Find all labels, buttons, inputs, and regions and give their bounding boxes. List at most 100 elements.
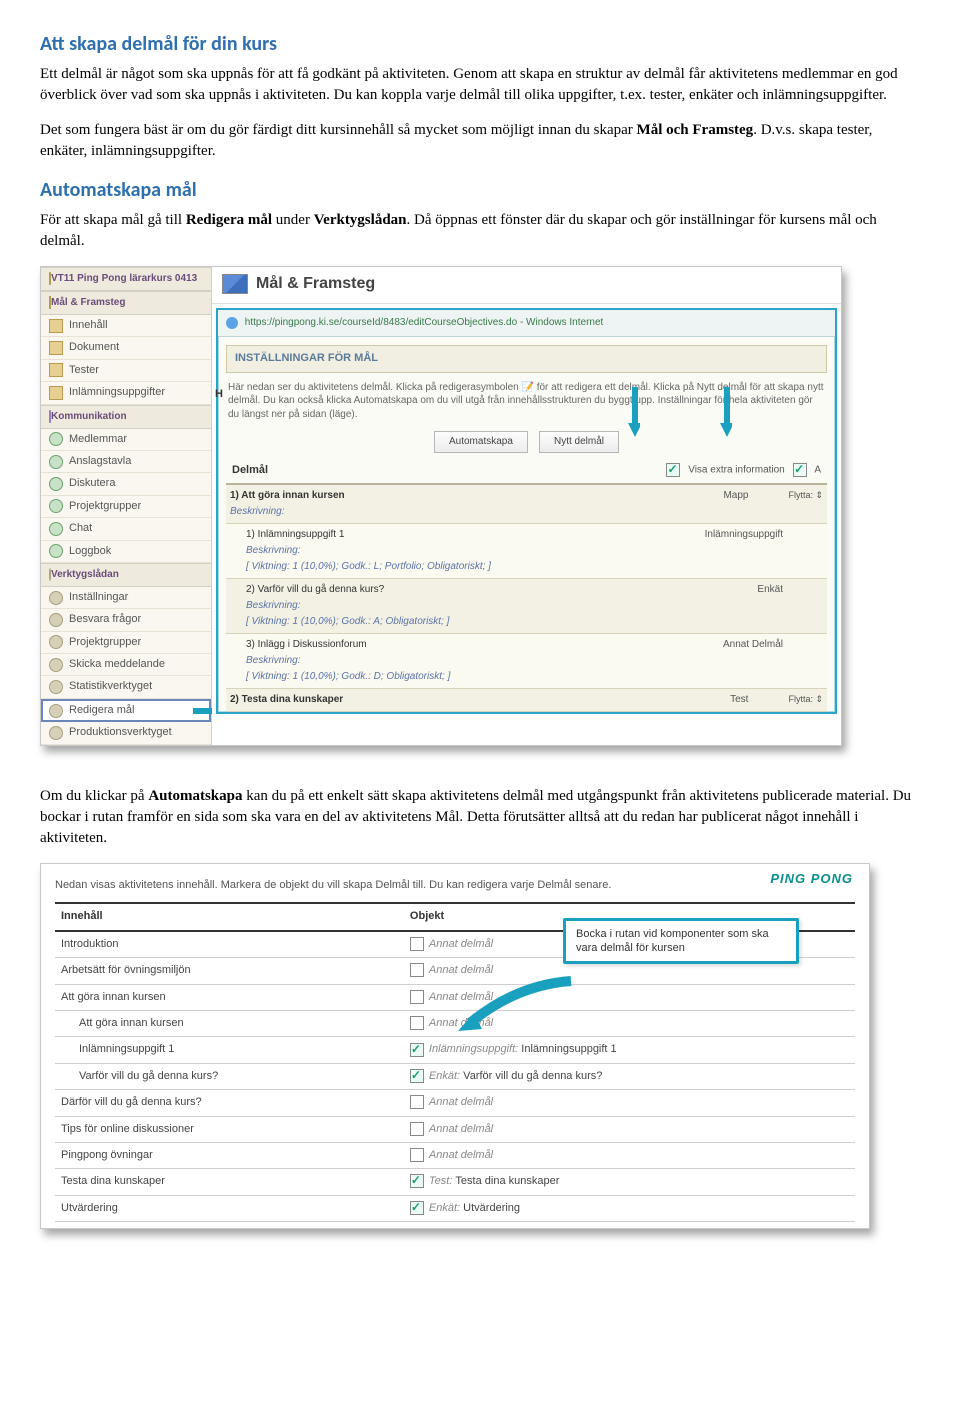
content-checkbox[interactable]	[410, 990, 424, 1004]
sidebar-item[interactable]: Projektgrupper	[41, 496, 211, 518]
sidebar-item[interactable]: Produktionsverktyget	[41, 722, 211, 744]
delmal-row[interactable]: Flytta: ⇕Test2) Testa dina kunskaper	[226, 689, 827, 712]
content-checkbox[interactable]	[410, 963, 424, 977]
sidebar-item[interactable]: Chat	[41, 518, 211, 540]
visa-extra-info-label: Visa extra information	[688, 465, 785, 476]
sidebar-course-title-text: VT11 Ping Pong lärarkurs 0413	[51, 273, 197, 284]
sidebar-item-icon	[49, 477, 63, 491]
callout-arrow-icon	[456, 973, 576, 1033]
p3-b: Redigera mål	[186, 212, 272, 228]
content-name-cell: Inlämningsuppgift 1	[55, 1037, 404, 1063]
content-name-cell: Att göra innan kursen	[55, 984, 404, 1010]
sidebar-item-label: Besvara frågor	[69, 612, 141, 627]
delmal-row-desc: Beskrivning:	[230, 597, 823, 613]
content-checkbox[interactable]	[410, 1043, 424, 1057]
content-name-cell: Tips för online diskussioner	[55, 1116, 404, 1142]
object-value: Annat delmål	[429, 1096, 493, 1108]
delmal-row[interactable]: Enkät2) Varför vill du gå denna kurs?Bes…	[226, 579, 827, 634]
content-name-cell: Introduktion	[55, 931, 404, 958]
sidebar-item[interactable]: Tester	[41, 360, 211, 382]
sidebar-item-icon	[49, 704, 63, 718]
automatskapa-button[interactable]: Automatskapa	[434, 431, 528, 453]
content-checkbox[interactable]	[410, 1095, 424, 1109]
content-checkbox[interactable]	[410, 1148, 424, 1162]
sidebar-item-label: Chat	[69, 521, 92, 536]
content-checkbox[interactable]	[410, 1174, 424, 1188]
intro-paragraph-2: Det som fungera bäst är om du gör färdig…	[40, 120, 920, 162]
sidebar-item[interactable]: Besvara frågor	[41, 609, 211, 631]
sidebar-item[interactable]: Projektgrupper	[41, 632, 211, 654]
sidebar-item-icon	[49, 544, 63, 558]
sidebar-item-label: Redigera mål	[69, 703, 134, 718]
content-row: Pingpong övningarAnnat delmål	[55, 1143, 855, 1169]
content-row: Tips för online diskussioner Annat delmål	[55, 1116, 855, 1142]
content-checkbox[interactable]	[410, 1201, 424, 1215]
content-object-cell: Inlämningsuppgift: Inlämningsuppgift 1	[404, 1037, 855, 1063]
sidebar-item[interactable]: Inställningar	[41, 587, 211, 609]
delmal-row[interactable]: Flytta: ⇕Mapp1) Att göra innan kursenBes…	[226, 485, 827, 524]
sidebar-group-verktygsladan-label: Verktygslådan	[51, 569, 119, 580]
sidebar-item[interactable]: Skicka meddelande	[41, 654, 211, 676]
content-object-cell: Enkät: Varför vill du gå denna kurs?	[404, 1063, 855, 1089]
page-title-text: Mål & Framsteg	[256, 273, 375, 295]
content-checkbox[interactable]	[410, 1069, 424, 1083]
content-name-cell: Varför vill du gå denna kurs?	[55, 1063, 404, 1089]
sidebar-item-label: Loggbok	[69, 544, 111, 559]
checkbox-icon	[793, 463, 807, 477]
delmal-list: Flytta: ⇕Mapp1) Att göra innan kursen Bes…	[226, 483, 827, 712]
content-name-cell: Utvärdering	[55, 1195, 404, 1221]
sidebar-item[interactable]: Medlemmar	[41, 429, 211, 451]
sidebar-item[interactable]: Diskutera	[41, 473, 211, 495]
object-value: Utvärdering	[463, 1202, 520, 1214]
checkbox-icon	[666, 463, 680, 477]
delmal-row[interactable]: Annat Delmål3) Inlägg i DiskussionforumB…	[226, 634, 827, 689]
callout-tooltip: Bocka i rutan vid komponenter som ska va…	[563, 918, 799, 965]
sidebar-item[interactable]: Innehåll	[41, 315, 211, 337]
delmal-row-title: Flytta: ⇕Mapp1) Att göra innan kursen	[230, 489, 823, 503]
delmal-heading: Delmål	[232, 463, 268, 478]
content-checkbox[interactable]	[410, 937, 424, 951]
sidebar-item[interactable]: Inlämningsuppgifter	[41, 382, 211, 404]
content-checkbox[interactable]	[410, 1016, 424, 1030]
sidebar-group-kommunikation: Kommunikation	[41, 405, 211, 429]
content-checkbox[interactable]	[410, 1122, 424, 1136]
content-select-description: Nedan visas aktivitetens innehåll. Marke…	[55, 874, 855, 903]
content-name-cell: Pingpong övningar	[55, 1143, 404, 1169]
p3-c: under	[272, 212, 314, 228]
p2-part-a: Det som fungera bäst är om du gör färdig…	[40, 122, 637, 138]
sidebar-item[interactable]: Loggbok	[41, 541, 211, 563]
content-object-cell: Test: Testa dina kunskaper	[404, 1169, 855, 1195]
delmal-row-title: Flytta: ⇕Test2) Testa dina kunskaper	[230, 693, 823, 707]
intro-paragraph-1: Ett delmål är något som ska uppnås för a…	[40, 64, 920, 106]
sidebar-item[interactable]: Redigera mål	[41, 699, 211, 722]
sidebar-item-icon	[49, 658, 63, 672]
p4-b: Automatskapa	[148, 788, 242, 804]
delmal-row-meta: [ Viktning: 1 (10,0%); Godk.: D; Obligat…	[230, 668, 823, 684]
object-type-label: Enkät:	[429, 1070, 463, 1082]
content-row: Inlämningsuppgift 1Inlämningsuppgift: In…	[55, 1037, 855, 1063]
sidebar-group-verktygsladan: Verktygslådan	[41, 563, 211, 587]
brand-logo: PING PONG	[770, 870, 853, 888]
content-name-cell: Att göra innan kursen	[55, 1011, 404, 1037]
dialog-address-bar: https://pingpong.ki.se/courseId/8483/edi…	[218, 310, 835, 337]
p2-bold: Mål och Framsteg	[637, 122, 754, 138]
nytt-delmal-button[interactable]: Nytt delmål	[539, 431, 619, 453]
delmal-row[interactable]: Inlämningsuppgift1) Inlämningsuppgift 1B…	[226, 524, 827, 579]
p3-a: För att skapa mål gå till	[40, 212, 186, 228]
sidebar-item-icon	[49, 726, 63, 740]
settings-description: Här nedan ser du aktivitetens delmål. Kl…	[218, 381, 835, 428]
delmal-row-title: Annat Delmål3) Inlägg i Diskussionforum	[230, 638, 823, 652]
sidebar-item[interactable]: Anslagstavla	[41, 451, 211, 473]
arrow-down-icon	[628, 387, 640, 437]
sidebar-item[interactable]: Dokument	[41, 337, 211, 359]
sidebar-item-icon	[49, 319, 63, 333]
visa-extra-info-checkbox[interactable]: Visa extra information A	[666, 463, 821, 478]
sidebar-item[interactable]: Statistikverktyget	[41, 676, 211, 698]
main-area: Mål & Framsteg https://pingpong.ki.se/co…	[212, 267, 841, 745]
automatskapa-follow-paragraph: Om du klickar på Automatskapa kan du på …	[40, 786, 920, 849]
heading-automatskapa: Automatskapa mål	[40, 176, 920, 204]
content-name-cell: Därför vill du gå denna kurs?	[55, 1090, 404, 1116]
dialog-url: https://pingpong.ki.se/courseId/8483/edi…	[245, 317, 604, 328]
object-value: Annat delmål	[429, 1123, 493, 1135]
automatskapa-paragraph: För att skapa mål gå till Redigera mål u…	[40, 210, 920, 252]
